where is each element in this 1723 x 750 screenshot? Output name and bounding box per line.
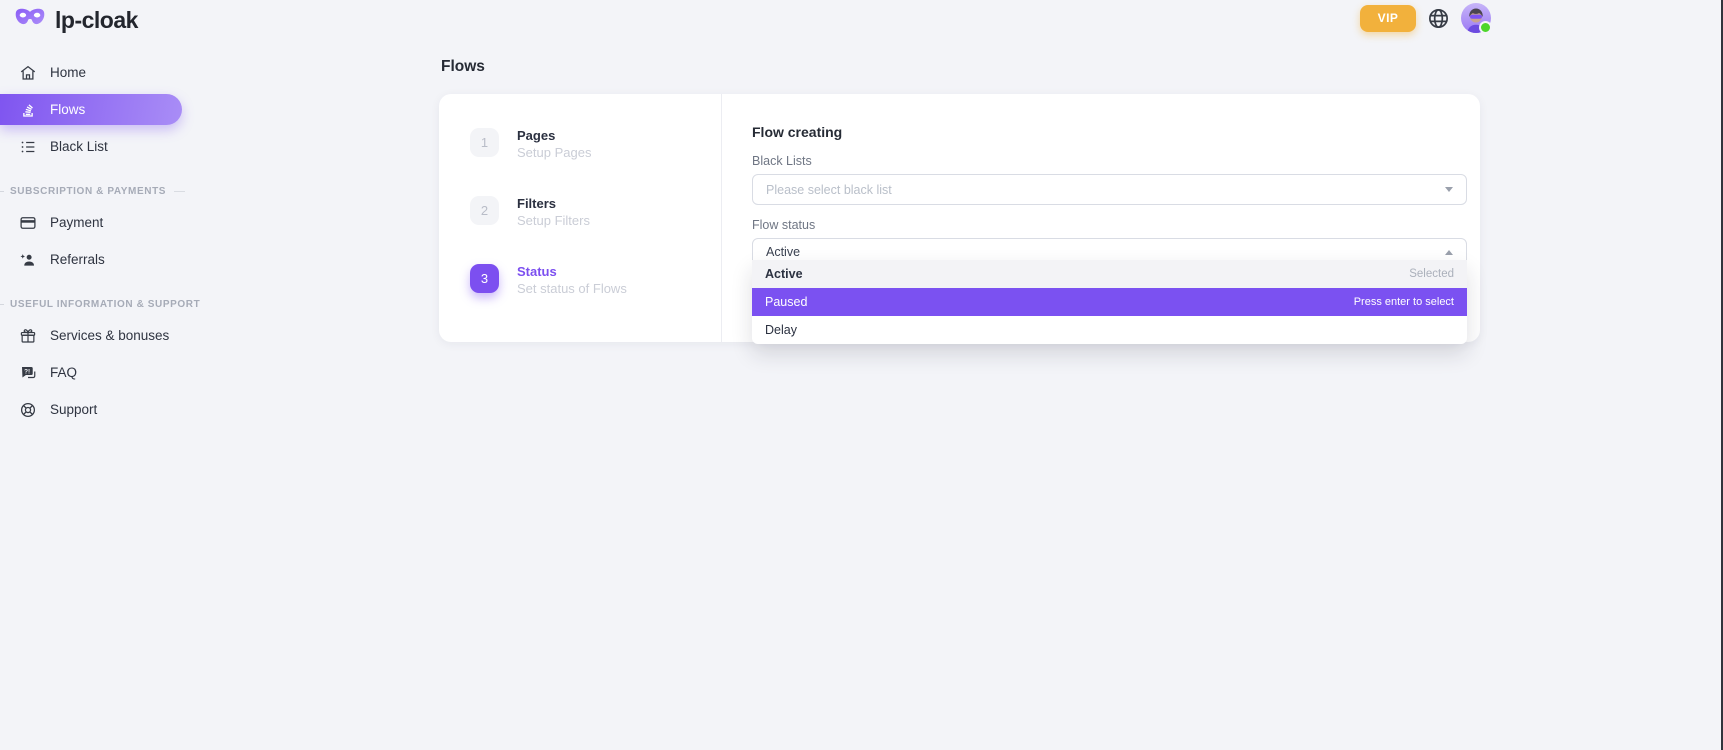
sidebar-item-label: FAQ — [50, 365, 77, 380]
black-lists-placeholder: Please select black list — [766, 183, 892, 197]
option-label: Paused — [765, 295, 807, 309]
credit-card-icon — [19, 214, 37, 232]
dropdown-option-paused[interactable]: Paused Press enter to select — [752, 288, 1467, 316]
chat-question-icon: ?! — [19, 364, 37, 382]
step-title: Pages — [517, 128, 591, 144]
wizard-steps: 1 Pages Setup Pages 2 Filters Setup Filt… — [439, 94, 722, 342]
flow-status-value: Active — [766, 245, 800, 259]
step-title: Filters — [517, 196, 590, 212]
sidebar: Home Flows Black List SUBSCRIPTION & PAY… — [0, 54, 200, 428]
flow-status-label: Flow status — [752, 218, 1467, 233]
wizard-step-pages[interactable]: 1 Pages Setup Pages — [470, 128, 721, 161]
vip-button[interactable]: VIP — [1360, 5, 1416, 32]
sidebar-item-faq[interactable]: ?! FAQ — [0, 354, 200, 391]
person-star-icon — [19, 251, 37, 269]
gift-icon — [19, 327, 37, 345]
mask-icon — [13, 5, 47, 35]
option-label: Active — [765, 267, 803, 281]
list-icon — [19, 138, 37, 156]
wizard-step-status[interactable]: 3 Status Set status of Flows — [470, 264, 721, 297]
sidebar-item-label: Payment — [50, 215, 103, 230]
flow-status-dropdown: Active Selected Paused Press enter to se… — [752, 260, 1467, 344]
step-subtitle: Setup Pages — [517, 145, 591, 161]
option-hint: Selected — [1409, 268, 1454, 280]
step-subtitle: Set status of Flows — [517, 281, 627, 297]
sidebar-item-label: Services & bonuses — [50, 328, 169, 343]
black-lists-select[interactable]: Please select black list — [752, 174, 1467, 205]
step-number-badge: 1 — [470, 128, 499, 157]
sidebar-item-label: Support — [50, 402, 97, 417]
wizard-step-filters[interactable]: 2 Filters Setup Filters — [470, 196, 721, 229]
app-logo[interactable]: lp-cloak — [13, 5, 138, 35]
flows-stack-icon — [19, 101, 37, 119]
home-icon — [19, 64, 37, 82]
app-root: lp-cloak VIP — [0, 0, 1723, 750]
option-hint: Press enter to select — [1354, 296, 1454, 308]
flow-wizard-card: 1 Pages Setup Pages 2 Filters Setup Filt… — [439, 94, 1480, 342]
chevron-up-icon — [1445, 250, 1453, 255]
user-avatar[interactable] — [1461, 3, 1491, 33]
dropdown-option-active[interactable]: Active Selected — [752, 260, 1467, 288]
sidebar-item-home[interactable]: Home — [0, 54, 200, 91]
option-label: Delay — [765, 323, 797, 337]
sidebar-item-label: Black List — [50, 139, 108, 154]
sidebar-section-title: SUBSCRIPTION & PAYMENTS — [0, 186, 185, 197]
step-title: Status — [517, 264, 627, 280]
step-number-badge: 2 — [470, 196, 499, 225]
sidebar-item-label: Referrals — [50, 252, 105, 267]
sidebar-section-title: USEFUL INFORMATION & SUPPORT — [0, 299, 185, 310]
sidebar-item-black-list[interactable]: Black List — [0, 128, 200, 165]
globe-icon[interactable] — [1427, 7, 1450, 30]
step-subtitle: Setup Filters — [517, 213, 590, 229]
form-title: Flow creating — [752, 123, 1467, 141]
online-status-dot — [1479, 21, 1492, 34]
sidebar-item-referrals[interactable]: Referrals — [0, 241, 200, 278]
lifebuoy-icon — [19, 401, 37, 419]
sidebar-item-payment[interactable]: Payment — [0, 204, 200, 241]
sidebar-item-label: Flows — [50, 102, 85, 117]
sidebar-item-support[interactable]: Support — [0, 391, 200, 428]
sidebar-item-label: Home — [50, 65, 86, 80]
app-name: lp-cloak — [55, 7, 138, 34]
step-number-badge: 3 — [470, 264, 499, 293]
dropdown-option-delay[interactable]: Delay — [752, 316, 1467, 344]
chevron-down-icon — [1445, 187, 1453, 192]
sidebar-item-services[interactable]: Services & bonuses — [0, 317, 200, 354]
sidebar-item-flows[interactable]: Flows — [0, 94, 182, 125]
svg-text:?!: ?! — [24, 368, 30, 375]
flow-creating-form: Flow creating Black Lists Please select … — [752, 94, 1467, 266]
black-lists-label: Black Lists — [752, 154, 1467, 169]
page-title: Flows — [441, 58, 485, 76]
topbar-right: VIP — [1360, 2, 1491, 34]
